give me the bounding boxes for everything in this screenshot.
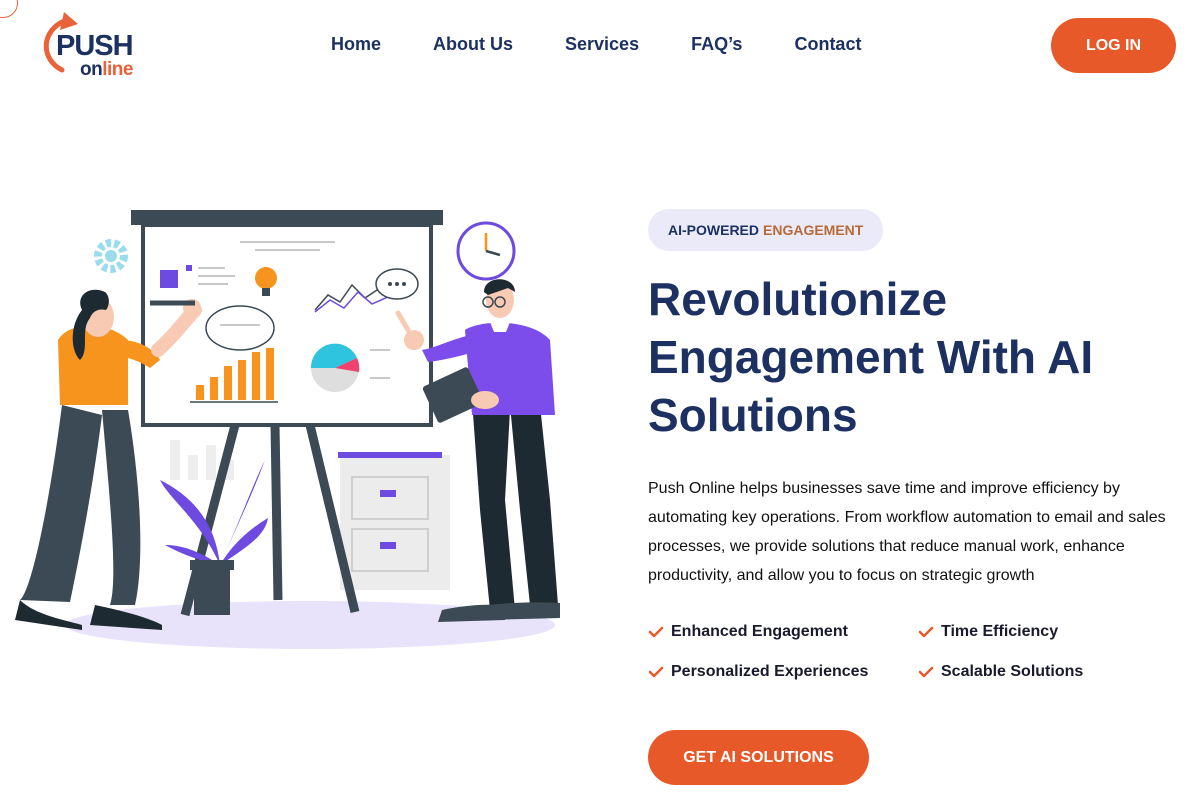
hero-description: Push Online helps businesses save time a… bbox=[648, 480, 1166, 584]
site-header: PUSH online Home About Us Services FAQ’s… bbox=[0, 0, 1200, 90]
feature-label: Enhanced Engagement bbox=[671, 623, 848, 640]
feature-item: Scalable Solutions bbox=[918, 660, 1178, 684]
feature-label: Scalable Solutions bbox=[941, 663, 1084, 680]
feature-label: Time Efficiency bbox=[941, 623, 1059, 640]
main-nav: Home About Us Services FAQ’s Contact bbox=[331, 34, 913, 55]
logo-text-online: online bbox=[80, 59, 133, 81]
nav-services[interactable]: Services bbox=[565, 34, 639, 55]
nav-contact[interactable]: Contact bbox=[794, 34, 861, 55]
nav-about-us[interactable]: About Us bbox=[433, 34, 513, 55]
badge-text-primary: AI-POWERED bbox=[668, 222, 759, 238]
hero-badge: AI-POWERED ENGAGEMENT bbox=[648, 209, 884, 251]
feature-item: Enhanced Engagement bbox=[648, 620, 918, 644]
login-button[interactable]: LOG IN bbox=[1051, 18, 1176, 73]
nav-faqs[interactable]: FAQ’s bbox=[691, 34, 742, 55]
hero-headline: Revolutionize Engagement With AI Solutio… bbox=[648, 273, 1094, 441]
nav-home[interactable]: Home bbox=[331, 34, 381, 55]
logo-text-on: on bbox=[80, 59, 103, 80]
check-icon bbox=[648, 666, 664, 678]
get-ai-solutions-button[interactable]: GET AI SOLUTIONS bbox=[648, 730, 869, 785]
check-icon bbox=[918, 666, 934, 678]
badge-text-accent: ENGAGEMENT bbox=[763, 222, 864, 238]
logo[interactable]: PUSH online bbox=[40, 12, 150, 82]
feature-item: Time Efficiency bbox=[918, 620, 1178, 644]
hero-illustration bbox=[15, 210, 560, 649]
check-icon bbox=[918, 626, 934, 638]
feature-item: Personalized Experiences bbox=[648, 660, 918, 684]
check-icon bbox=[648, 626, 664, 638]
feature-label: Personalized Experiences bbox=[671, 663, 869, 680]
logo-text-line: line bbox=[102, 59, 133, 80]
feature-list: Enhanced Engagement Time Efficiency Pers… bbox=[648, 620, 1178, 684]
